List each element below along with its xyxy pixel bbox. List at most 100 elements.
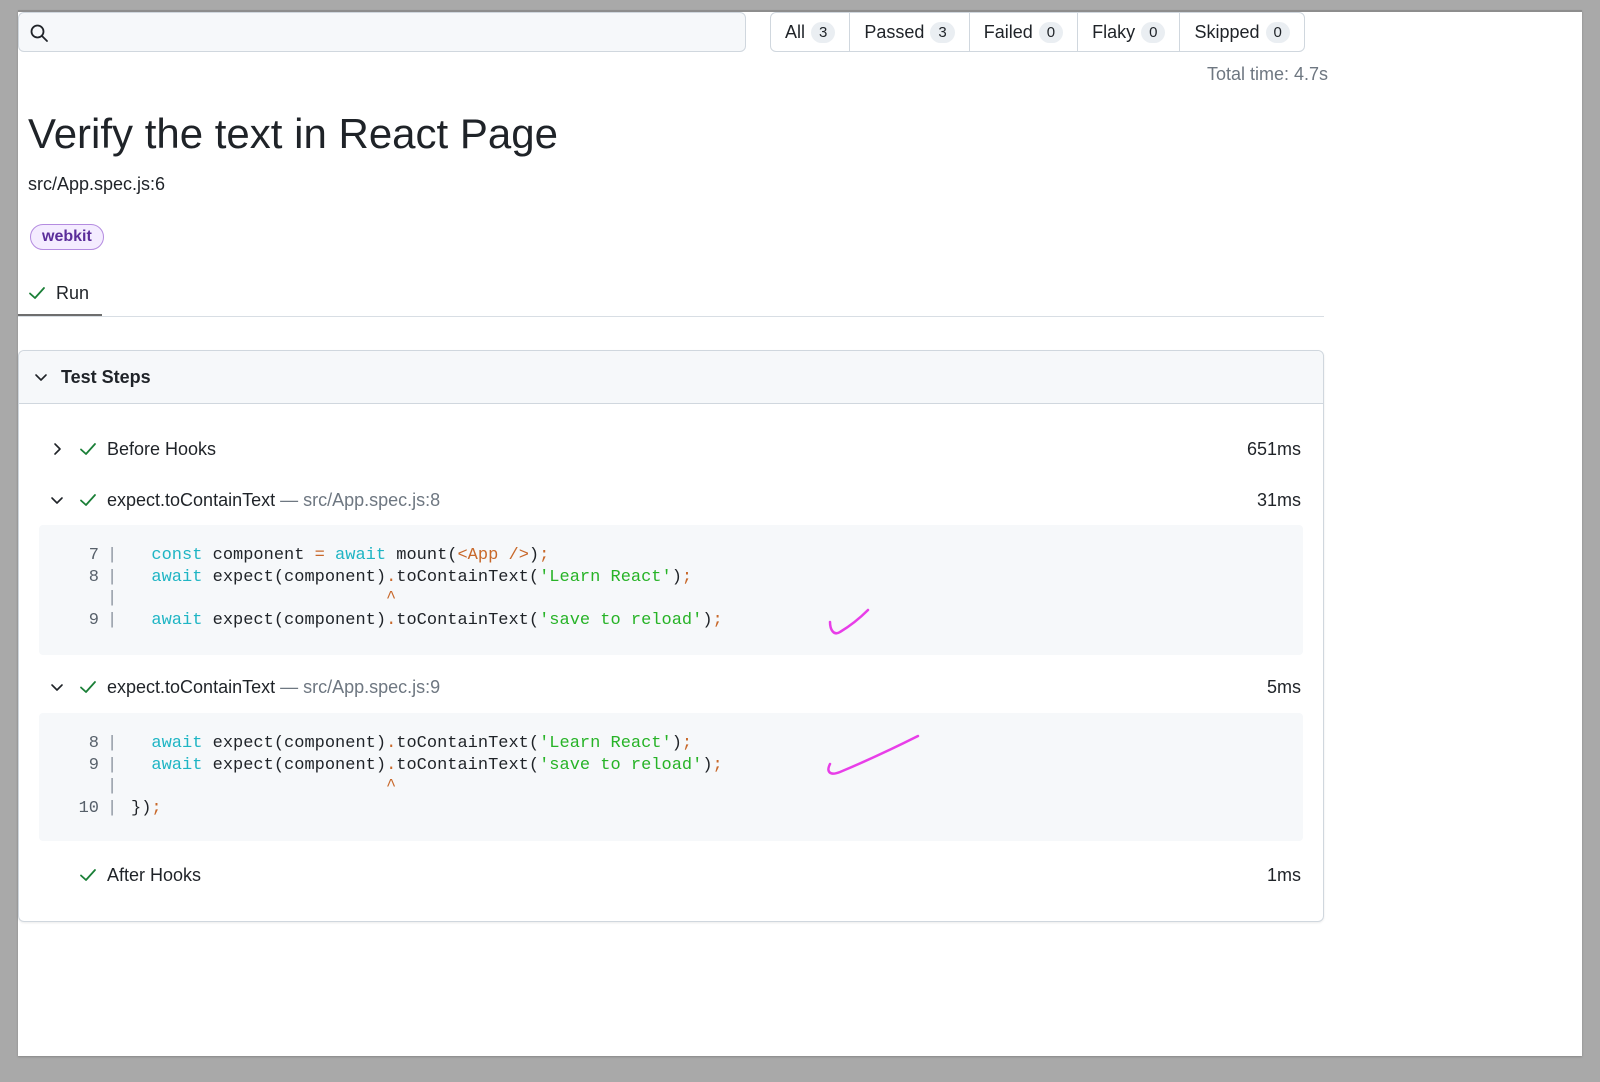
gutter-separator: | [107, 734, 118, 753]
test-steps-title: Test Steps [61, 366, 151, 387]
code-token: expect(component) [202, 734, 387, 753]
tab-run[interactable]: Run [18, 270, 102, 316]
code-token: toContainText( [396, 567, 540, 587]
step-before-hooks[interactable]: Before Hooks 651ms [19, 433, 1323, 465]
gutter-separator: | [107, 755, 118, 775]
gutter-separator: | [107, 589, 118, 608]
code-line: | ^ [39, 588, 1303, 610]
check-icon [80, 869, 96, 881]
tab-divider [18, 316, 1324, 317]
chevron-down-icon [35, 374, 47, 381]
total-time: Total time: 4.7s [1206, 64, 1328, 84]
code-token: = [314, 546, 325, 565]
filter-count: 0 [1265, 21, 1290, 43]
gutter-separator: | [107, 610, 118, 630]
step-after-hooks[interactable]: After Hooks 1ms [19, 859, 1323, 891]
code-token: ; [681, 734, 693, 753]
line-number [39, 776, 107, 798]
filter-count: 3 [811, 21, 836, 43]
search-icon [30, 24, 48, 42]
code-token: expect(component) [202, 610, 387, 630]
code-token: component [202, 546, 315, 565]
code-token: ; [712, 610, 723, 630]
code-line: 9 | await expect(component). toContainText… [39, 610, 1303, 632]
code-token: ) [702, 755, 713, 775]
step-expect-to-contain-text-8[interactable]: expect.toContainText — src/App.spec.js:8… [19, 484, 1323, 516]
code-token: }) [131, 798, 152, 818]
filter-all[interactable]: All 3 [771, 13, 849, 51]
code-token: mount( [386, 546, 458, 565]
line-number: 10 [78, 798, 99, 818]
code-line: | ^ [39, 776, 1303, 798]
filter-count: 0 [1038, 21, 1064, 43]
code-token: toContainText( [396, 734, 540, 753]
code-token: await [335, 546, 387, 565]
line-number: 8 [88, 734, 99, 753]
line-number: 9 [88, 755, 99, 775]
filter-label: All [785, 21, 806, 42]
code-token: . [386, 610, 397, 630]
code-token: const [151, 546, 203, 565]
step-expect-to-contain-text-9[interactable]: expect.toContainText — src/App.spec.js:9… [19, 671, 1323, 703]
code-token: ) [528, 546, 540, 565]
test-title: Verify the text in React Page [28, 110, 558, 157]
filter-count: 0 [1141, 21, 1166, 43]
filter-count: 3 [930, 21, 955, 43]
code-line: 8 | await expect(component). toContainText… [39, 567, 1303, 589]
code-token: ; [539, 546, 550, 565]
search-input[interactable] [59, 13, 743, 53]
code-token: 'save to reload' [539, 755, 703, 775]
line-number: 9 [88, 610, 99, 630]
line-number: 7 [88, 546, 99, 565]
code-line: 10 |}); [39, 798, 1303, 820]
code-token: ; [712, 755, 723, 775]
code-token: ; [151, 798, 162, 818]
filter-flaky[interactable]: Flaky 0 [1077, 13, 1179, 51]
search-bar[interactable] [18, 12, 746, 53]
chevron-right-icon[interactable] [49, 441, 65, 457]
code-token: 'Learn React' [539, 567, 672, 587]
check-icon [29, 287, 45, 299]
code-token: <App /> [457, 546, 529, 565]
filter-label: Skipped [1194, 21, 1260, 42]
code-snippet: 8 | await expect(component). toContainText… [39, 713, 1303, 841]
step-duration: 31ms [1256, 489, 1301, 510]
code-token: toContainText( [396, 755, 540, 775]
code-line: 7 | const component = await mount(<App />… [39, 545, 1303, 567]
filter-label: Flaky [1092, 21, 1136, 42]
gutter-separator: | [107, 777, 118, 796]
check-icon [80, 443, 96, 455]
filter-passed[interactable]: Passed 3 [849, 13, 968, 51]
tab-run-label: Run [56, 282, 90, 303]
step-name: expect.toContainText [107, 676, 276, 697]
step-duration: 5ms [1266, 676, 1301, 697]
test-steps-header[interactable]: Test Steps [19, 351, 1323, 404]
filter-failed[interactable]: Failed 0 [968, 13, 1077, 51]
code-token: await [151, 567, 203, 587]
code-token: await [151, 610, 203, 630]
step-label: Before Hooks [107, 439, 216, 460]
code-token: toContainText( [396, 610, 540, 630]
code-token: . [386, 755, 397, 775]
test-steps-panel: Test Steps Before Hooks 651ms expect.toC… [18, 350, 1324, 922]
project-badge[interactable]: webkit [30, 224, 104, 250]
code-line: 8 | await expect(component). toContainText… [39, 733, 1303, 755]
code-token: 'Learn React' [539, 734, 672, 753]
filter-skipped[interactable]: Skipped 0 [1179, 13, 1303, 51]
code-token: await [151, 734, 203, 753]
code-token: ) [702, 610, 713, 630]
step-label: After Hooks [107, 865, 201, 886]
chevron-down-icon[interactable] [49, 492, 65, 508]
step-duration: 651ms [1246, 438, 1301, 459]
code-snippet: 7 | const component = await mount(<App />… [39, 525, 1303, 655]
chevron-down-icon[interactable] [49, 679, 65, 695]
test-location: src/App.spec.js:6 [28, 174, 166, 194]
report-page: All 3 Passed 3 Failed 0 Flaky 0 Skipped … [18, 10, 1582, 1056]
code-token: expect(component) [202, 755, 387, 775]
